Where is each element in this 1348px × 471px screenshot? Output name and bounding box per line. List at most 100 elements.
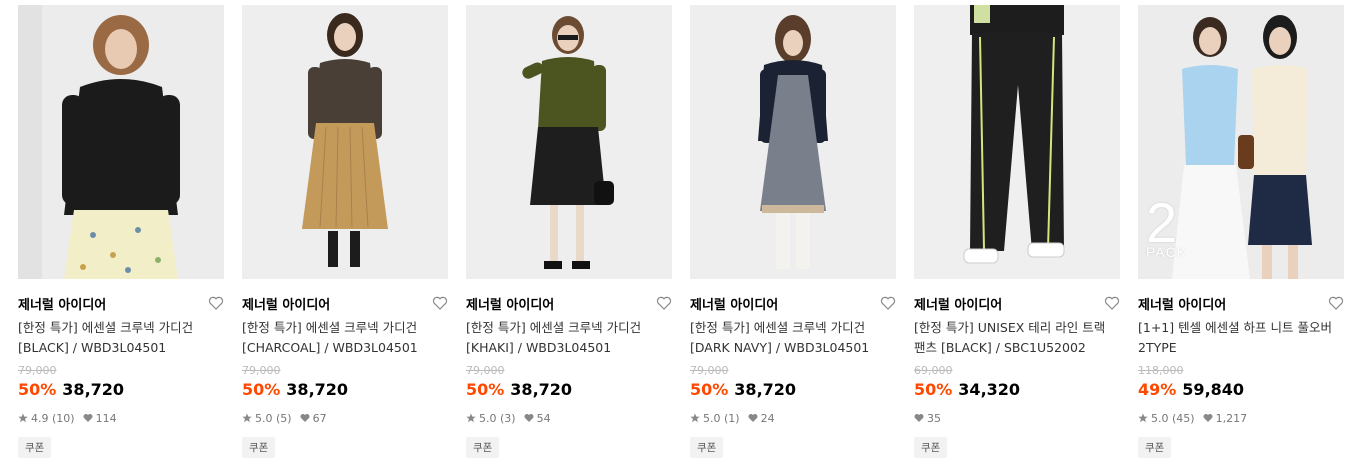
product-name-line-2: [BLACK] / WBD3L04501 bbox=[18, 340, 167, 355]
product-grid: 제너럴 아이디어 [한정 특가] 에센셜 크루넥 가디건 [BLACK] / W… bbox=[0, 0, 1348, 471]
like-count: 1,217 bbox=[1215, 411, 1248, 425]
product-card[interactable]: 제너럴 아이디어 [한정 특가] 에센셜 크루넥 가디건 [KHAKI] / W… bbox=[466, 5, 672, 458]
product-card[interactable]: 2 PACK 제너럴 아이디어 [1+1] 텐셀 에센셜 하프 니트 풀오버 2… bbox=[1138, 5, 1344, 458]
discount-rate: 50% bbox=[242, 380, 281, 399]
product-stats: 5.0 (45) 1,217 bbox=[1138, 411, 1344, 425]
product-name-line-1: [한정 특가] 에센셜 크루넥 가디건 bbox=[242, 320, 418, 335]
product-name-line-2: [KHAKI] / WBD3L04501 bbox=[466, 340, 612, 355]
brand-name[interactable]: 제너럴 아이디어 bbox=[18, 294, 106, 313]
coupon-badge[interactable]: 쿠폰 bbox=[466, 437, 500, 458]
product-name[interactable]: [1+1] 텐셀 에센셜 하프 니트 풀오버 2TYPE bbox=[1138, 318, 1344, 358]
star-icon bbox=[466, 413, 476, 423]
product-name-line-2: [CHARCOAL] / WBD3L04501 bbox=[242, 340, 418, 355]
brand-name[interactable]: 제너럴 아이디어 bbox=[466, 294, 554, 313]
product-image[interactable] bbox=[242, 5, 448, 279]
product-card[interactable]: 제너럴 아이디어 [한정 특가] UNISEX 테리 라인 트랙 팬츠 [BLA… bbox=[914, 5, 1120, 458]
product-name[interactable]: [한정 특가] 에센셜 크루넥 가디건 [KHAKI] / WBD3L04501 bbox=[466, 318, 672, 358]
product-name[interactable]: [한정 특가] 에센셜 크루넥 가디건 [BLACK] / WBD3L04501 bbox=[18, 318, 224, 358]
product-name-line-1: [1+1] 텐셀 에센셜 하프 니트 풀오버 bbox=[1138, 320, 1333, 335]
model-photo-navy-cardigan bbox=[690, 5, 896, 279]
sale-price: 38,720 bbox=[286, 380, 349, 399]
product-card[interactable]: 제너럴 아이디어 [한정 특가] 에센셜 크루넥 가디건 [DARK NAVY]… bbox=[690, 5, 896, 458]
brand-name[interactable]: 제너럴 아이디어 bbox=[1138, 294, 1226, 313]
original-price: 79,000 bbox=[242, 364, 281, 377]
product-image[interactable]: 2 PACK bbox=[1138, 5, 1344, 279]
heart-filled-icon bbox=[300, 414, 310, 422]
discount-rate: 50% bbox=[914, 380, 953, 399]
product-stats: 4.9 (10) 114 bbox=[18, 411, 224, 425]
rating: 5.0 (45) bbox=[1151, 411, 1195, 425]
model-photo-charcoal-cardigan bbox=[242, 5, 448, 279]
coupon-badge[interactable]: 쿠폰 bbox=[914, 437, 948, 458]
pack-word: PACK bbox=[1146, 244, 1188, 260]
rating: 4.9 (10) bbox=[31, 411, 75, 425]
heart-icon[interactable] bbox=[432, 295, 448, 311]
heart-filled-icon bbox=[1203, 414, 1213, 422]
product-name-line-2: [DARK NAVY] / WBD3L04501 bbox=[690, 340, 870, 355]
product-image[interactable] bbox=[466, 5, 672, 279]
product-name-line-2: 팬츠 [BLACK] / SBC1U52002 bbox=[914, 340, 1086, 355]
brand-name[interactable]: 제너럴 아이디어 bbox=[690, 294, 778, 313]
coupon-badge[interactable]: 쿠폰 bbox=[690, 437, 724, 458]
discount-rate: 50% bbox=[466, 380, 505, 399]
pack-label: 2 PACK bbox=[1146, 195, 1188, 260]
price-row: 50% 38,720 bbox=[242, 379, 448, 401]
heart-icon[interactable] bbox=[208, 295, 224, 311]
original-price: 79,000 bbox=[18, 364, 57, 377]
price-row: 50% 38,720 bbox=[690, 379, 896, 401]
sale-price: 34,320 bbox=[958, 380, 1021, 399]
sale-price: 38,720 bbox=[62, 380, 125, 399]
star-icon bbox=[242, 413, 252, 423]
product-name-line-1: [한정 특가] 에센셜 크루넥 가디건 bbox=[18, 320, 194, 335]
product-name-line-1: [한정 특가] 에센셜 크루넥 가디건 bbox=[690, 320, 866, 335]
product-card[interactable]: 제너럴 아이디어 [한정 특가] 에센셜 크루넥 가디건 [CHARCOAL] … bbox=[242, 5, 448, 458]
original-price: 79,000 bbox=[690, 364, 729, 377]
product-name-line-1: [한정 특가] UNISEX 테리 라인 트랙 bbox=[914, 320, 1106, 335]
discount-rate: 50% bbox=[18, 380, 57, 399]
rating: 5.0 (3) bbox=[479, 411, 516, 425]
coupon-badge[interactable]: 쿠폰 bbox=[1138, 437, 1172, 458]
discount-rate: 49% bbox=[1138, 380, 1177, 399]
original-price: 118,000 bbox=[1138, 364, 1184, 377]
product-stats: 5.0 (3) 54 bbox=[466, 411, 672, 425]
product-name[interactable]: [한정 특가] 에센셜 크루넥 가디건 [CHARCOAL] / WBD3L04… bbox=[242, 318, 448, 358]
heart-icon[interactable] bbox=[1328, 295, 1344, 311]
heart-filled-icon bbox=[83, 414, 93, 422]
product-name[interactable]: [한정 특가] 에센셜 크루넥 가디건 [DARK NAVY] / WBD3L0… bbox=[690, 318, 896, 358]
product-image[interactable] bbox=[18, 5, 224, 279]
model-photo-track-pants bbox=[914, 5, 1120, 279]
product-name-line-1: [한정 특가] 에센셜 크루넥 가디건 bbox=[466, 320, 642, 335]
heart-icon[interactable] bbox=[1104, 295, 1120, 311]
like-count: 114 bbox=[95, 411, 117, 425]
like-count: 24 bbox=[760, 411, 775, 425]
original-price: 69,000 bbox=[914, 364, 953, 377]
product-stats: 5.0 (5) 67 bbox=[242, 411, 448, 425]
product-name[interactable]: [한정 특가] UNISEX 테리 라인 트랙 팬츠 [BLACK] / SBC… bbox=[914, 318, 1120, 358]
sale-price: 38,720 bbox=[510, 380, 573, 399]
heart-filled-icon bbox=[524, 414, 534, 422]
heart-icon[interactable] bbox=[880, 295, 896, 311]
like-count: 54 bbox=[536, 411, 551, 425]
star-icon bbox=[690, 413, 700, 423]
model-photo-khaki-cardigan bbox=[466, 5, 672, 279]
product-stats: 35 bbox=[914, 411, 1120, 425]
like-count: 35 bbox=[927, 411, 941, 425]
heart-filled-icon bbox=[748, 414, 758, 422]
brand-name[interactable]: 제너럴 아이디어 bbox=[914, 294, 1002, 313]
rating: 5.0 (1) bbox=[703, 411, 740, 425]
coupon-badge[interactable]: 쿠폰 bbox=[242, 437, 276, 458]
price-row: 49% 59,840 bbox=[1138, 379, 1344, 401]
price-row: 50% 38,720 bbox=[466, 379, 672, 401]
heart-icon[interactable] bbox=[656, 295, 672, 311]
brand-name[interactable]: 제너럴 아이디어 bbox=[242, 294, 330, 313]
coupon-badge[interactable]: 쿠폰 bbox=[18, 437, 52, 458]
star-icon bbox=[1138, 413, 1148, 423]
star-icon bbox=[18, 413, 28, 423]
product-image[interactable] bbox=[690, 5, 896, 279]
like-count: 67 bbox=[312, 411, 327, 425]
product-image[interactable] bbox=[914, 5, 1120, 279]
discount-rate: 50% bbox=[690, 380, 729, 399]
product-card[interactable]: 제너럴 아이디어 [한정 특가] 에센셜 크루넥 가디건 [BLACK] / W… bbox=[18, 5, 224, 458]
product-name-line-2: 2TYPE bbox=[1138, 340, 1177, 355]
price-row: 50% 38,720 bbox=[18, 379, 224, 401]
